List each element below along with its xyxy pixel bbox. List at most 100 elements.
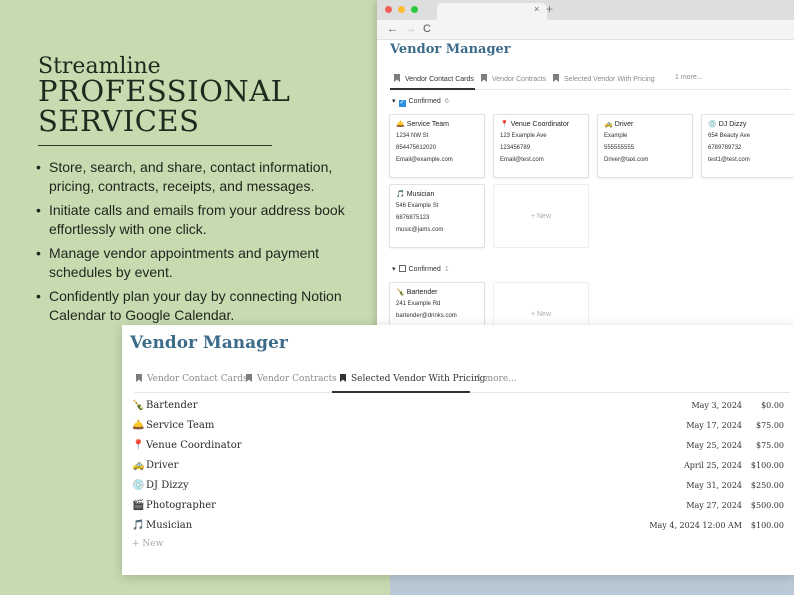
row-label: Musician <box>146 520 193 531</box>
browser-window: × + ← → C Vendor Manager Vendor Contact … <box>377 0 794 330</box>
card-phone[interactable]: 6789789732 <box>708 145 790 151</box>
row-label: Service Team <box>146 420 215 431</box>
headline-line-2: SERVICES <box>38 104 200 138</box>
tab-vendor-contracts[interactable]: Vendor Contracts <box>246 374 337 384</box>
row-name: 🛎️ Service Team <box>132 420 214 431</box>
music-icon: 🎵 <box>396 191 405 198</box>
row-price: $100.00 <box>750 461 784 470</box>
vendor-card[interactable]: 📍 Venue Coordinator 123 Example Ave 12345… <box>493 114 589 178</box>
card-email[interactable]: Email@test.com <box>500 157 582 163</box>
close-window-dot[interactable] <box>385 6 392 13</box>
disc-icon: 💿 <box>132 480 145 491</box>
vendor-card[interactable]: 🚕 Driver Example 555555555 Driver@taxi.co… <box>597 114 693 178</box>
headline-main: PROFESSIONAL SERVICES <box>38 76 290 136</box>
tab-label: Selected Vendor With Pricing <box>564 76 655 83</box>
music-icon: 🎵 <box>132 520 145 531</box>
tab-close-icon[interactable]: × <box>534 4 539 14</box>
card-phone[interactable]: 6876875123 <box>396 215 478 221</box>
back-icon[interactable]: ← <box>387 23 398 35</box>
vendor-card[interactable]: 🛎️ Service Team 1234 NW St 854475612020 E… <box>389 114 485 178</box>
group-header-unconfirmed[interactable]: ▾ Confirmed 1 <box>392 265 449 273</box>
tab-vendor-contracts[interactable]: Vendor Contracts <box>481 74 546 83</box>
new-row-button[interactable]: + New <box>132 539 163 549</box>
card-title: 🛎️ Service Team <box>396 120 478 128</box>
reload-icon[interactable]: C <box>423 23 431 35</box>
tab-selected-vendor-pricing[interactable]: Selected Vendor With Pricing <box>553 74 655 83</box>
card-title: 🍾 Bartender <box>396 288 478 296</box>
pin-icon: 📍 <box>132 440 145 451</box>
new-tab-icon[interactable]: + <box>546 2 553 16</box>
card-phone[interactable]: 123456789 <box>500 145 582 151</box>
table-row[interactable]: 💿 DJ Dizzy May 31, 2024 $250.00 <box>132 480 784 500</box>
pin-icon: 📍 <box>500 121 509 128</box>
row-date: May 25, 2024 <box>686 441 742 450</box>
row-label: Photographer <box>146 500 216 511</box>
table-row[interactable]: 🍾 Bartender May 3, 2024 $0.00 <box>132 400 784 420</box>
bottle-icon: 🍾 <box>396 289 405 296</box>
new-card-button[interactable]: + New <box>493 184 589 248</box>
feature-item: Store, search, and share, contact inform… <box>36 158 366 196</box>
card-email[interactable]: Driver@taxi.com <box>604 157 686 163</box>
card-email[interactable]: music@jams.com <box>396 227 478 233</box>
table-row[interactable]: 🛎️ Service Team May 17, 2024 $75.00 <box>132 420 784 440</box>
headline-line-1: PROFESSIONAL <box>38 74 291 108</box>
caret-down-icon: ▾ <box>392 98 396 105</box>
tab-label: Vendor Contracts <box>492 76 547 83</box>
tab-selected-vendor-pricing[interactable]: Selected Vendor With Pricing <box>340 374 485 384</box>
row-price: $0.00 <box>761 401 784 410</box>
table-row[interactable]: 🎵 Musician May 4, 2024 12:00 AM $100.00 <box>132 520 784 540</box>
row-price: $250.00 <box>750 481 784 490</box>
browser-tab[interactable] <box>437 3 547 20</box>
table-row[interactable]: 🚕 Driver April 25, 2024 $100.00 <box>132 460 784 480</box>
forward-icon[interactable]: → <box>405 23 416 35</box>
card-name: Bartender <box>406 289 438 296</box>
active-tab-indicator <box>390 88 475 90</box>
new-card-button[interactable]: + New <box>493 282 589 330</box>
row-price: $75.00 <box>756 421 784 430</box>
row-name: 💿 DJ Dizzy <box>132 480 189 491</box>
disc-icon: 💿 <box>708 121 717 128</box>
row-label: DJ Dizzy <box>146 480 189 491</box>
group-header-confirmed[interactable]: ▾ ✓ Confirmed 6 <box>392 97 449 107</box>
tab-vendor-contact-cards[interactable]: Vendor Contact Cards <box>394 74 474 83</box>
row-date: May 31, 2024 <box>686 481 742 490</box>
row-name: 📍 Venue Coordinator <box>132 440 242 451</box>
taxi-icon: 🚕 <box>604 121 613 128</box>
card-email[interactable]: bartender@drinks.com <box>396 313 478 319</box>
tab-label: Vendor Contact Cards <box>405 76 474 83</box>
table-row[interactable]: 📍 Venue Coordinator May 25, 2024 $75.00 <box>132 440 784 460</box>
card-email[interactable]: test1@test.com <box>708 157 790 163</box>
row-name: 🎬 Photographer <box>132 500 216 511</box>
card-name: Musician <box>406 191 435 198</box>
row-name: 🎵 Musician <box>132 520 192 531</box>
bookmark-icon <box>246 374 252 382</box>
card-name: Driver <box>614 121 634 128</box>
card-name: Venue Coordinator <box>510 121 570 128</box>
card-address: 241 Example Rd <box>396 301 441 307</box>
row-label: Venue Coordinator <box>146 440 242 451</box>
card-phone[interactable]: 555555555 <box>604 145 686 151</box>
maximize-window-dot[interactable] <box>411 6 418 13</box>
card-email[interactable]: Email@example.com <box>396 157 478 163</box>
browser-navbar: ← → C <box>377 20 794 40</box>
tab-more[interactable]: 1 more... <box>675 74 703 81</box>
group-label: Confirmed <box>408 98 441 105</box>
group-count: 1 <box>444 266 449 273</box>
bell-icon: 🛎️ <box>132 420 145 431</box>
headline-divider <box>38 145 272 146</box>
caret-down-icon: ▾ <box>392 266 396 273</box>
card-phone[interactable]: 854475612020 <box>396 145 478 151</box>
vendor-card[interactable]: 🎵 Musician 546 Example St 6876875123 musi… <box>389 184 485 248</box>
tab-more[interactable]: 1 more... <box>476 374 517 384</box>
minimize-window-dot[interactable] <box>398 6 405 13</box>
group-count: 6 <box>444 98 449 105</box>
browser-tabbar: × + <box>377 0 794 20</box>
bookmark-icon <box>394 74 400 82</box>
row-date: April 25, 2024 <box>683 461 742 470</box>
vendor-card[interactable]: 🍾 Bartender 241 Example Rd bartender@drin… <box>389 282 485 330</box>
tab-vendor-contact-cards[interactable]: Vendor Contact Cards <box>136 374 248 384</box>
bookmark-icon <box>136 374 142 382</box>
vendor-card[interactable]: 💿 DJ Dizzy 654 Beauty Ave 6789789732 test… <box>701 114 794 178</box>
table-row[interactable]: 🎬 Photographer May 27, 2024 $500.00 <box>132 500 784 520</box>
tab-label: Selected Vendor With Pricing <box>351 374 486 384</box>
